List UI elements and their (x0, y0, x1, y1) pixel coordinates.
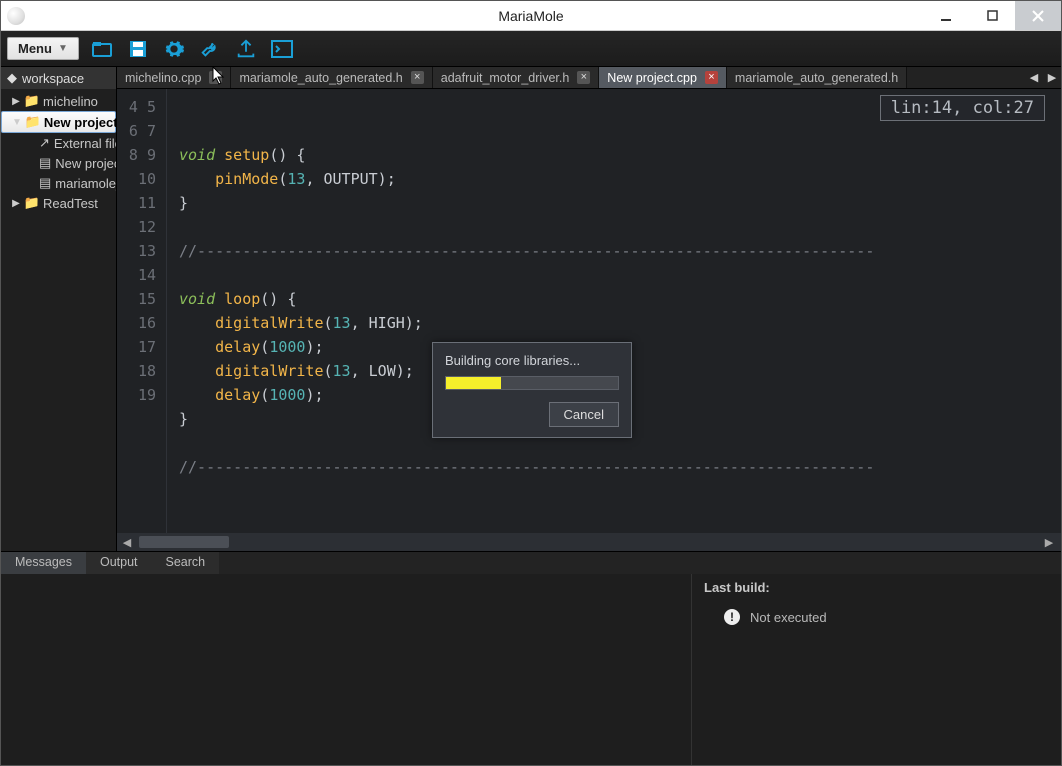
folder-icon: 📁 (26, 114, 40, 130)
folder-icon: 📁 (25, 195, 39, 211)
sidebar-item-0[interactable]: ▶ 📁 michelino (1, 91, 116, 111)
dialog-message: Building core libraries... (445, 353, 619, 368)
terminal-icon[interactable] (269, 36, 295, 62)
tab-2[interactable]: adafruit_motor_driver.h × (433, 67, 600, 88)
bottom-panel: MessagesOutputSearch Last build: ! Not e… (1, 551, 1061, 765)
tree-arrow-icon: ▶ (11, 96, 21, 107)
minimize-button[interactable] (923, 1, 969, 30)
workspace-icon: ◆ (7, 70, 17, 86)
chevron-down-icon: ▼ (58, 43, 68, 54)
menu-button[interactable]: Menu ▼ (7, 37, 79, 60)
gear-icon[interactable] (161, 36, 187, 62)
tab-label: mariamole_auto_generated.h (735, 71, 898, 85)
bottom-tab-output[interactable]: Output (86, 552, 152, 574)
folder-icon: 📁 (25, 93, 39, 109)
tab-0[interactable]: michelino.cpp × (117, 67, 231, 88)
menu-label: Menu (18, 41, 52, 56)
toolbar: Menu ▼ (1, 31, 1061, 67)
close-button[interactable] (1015, 1, 1061, 30)
bottom-tabs: MessagesOutputSearch (1, 552, 1061, 574)
progress-fill (446, 377, 501, 389)
tab-label: New project.cpp (607, 71, 697, 85)
sidebar-item-2[interactable]: ↗ External files (1, 133, 116, 153)
scroll-left-icon[interactable]: ◀ (117, 536, 137, 549)
build-status-text: Not executed (750, 610, 827, 625)
tab-3[interactable]: New project.cpp × (599, 67, 727, 88)
tab-scroll-right-icon[interactable]: ▶ (1043, 67, 1061, 88)
titlebar: MariaMole (1, 1, 1061, 31)
sidebar-title: workspace (22, 71, 84, 86)
sidebar-item-5[interactable]: ▶ 📁 ReadTest (1, 193, 116, 213)
folder-icon[interactable] (89, 36, 115, 62)
maximize-button[interactable] (969, 1, 1015, 30)
tree-label: mariamole_auto_generated.h (55, 176, 116, 191)
tab-close-icon[interactable]: × (411, 71, 424, 84)
wrench-icon[interactable] (197, 36, 223, 62)
sidebar-item-1[interactable]: ▼ 📁 New project (1, 111, 116, 133)
bottom-tab-search[interactable]: Search (152, 552, 220, 574)
file-icon: ▤ (39, 155, 51, 171)
scroll-thumb[interactable] (139, 536, 229, 548)
tab-close-icon[interactable]: × (577, 71, 590, 84)
scroll-right-icon[interactable]: ▶ (1039, 536, 1059, 549)
bottom-tab-messages[interactable]: Messages (1, 552, 86, 574)
code-editor[interactable]: 4 5 6 7 8 9 10 11 12 13 14 15 16 17 18 1… (117, 89, 1061, 533)
build-dialog: Building core libraries... Cancel (432, 342, 632, 438)
app-logo-icon (7, 7, 25, 25)
line-gutter: 4 5 6 7 8 9 10 11 12 13 14 15 16 17 18 1… (117, 89, 167, 533)
sidebar-item-3[interactable]: ▤ New project.cpp (1, 153, 116, 173)
tab-1[interactable]: mariamole_auto_generated.h × (231, 67, 432, 88)
sidebar-item-4[interactable]: ▤ mariamole_auto_generated.h (1, 173, 116, 193)
file-icon: ▤ (39, 175, 51, 191)
tabbar: michelino.cpp×mariamole_auto_generated.h… (117, 67, 1061, 89)
build-status-panel: Last build: ! Not executed (691, 574, 1061, 765)
progress-bar (445, 376, 619, 390)
bottom-content (1, 574, 691, 765)
tree-label: michelino (43, 94, 98, 109)
horizontal-scrollbar[interactable]: ◀ ▶ (117, 533, 1061, 551)
tree-arrow-icon: ▶ (11, 198, 21, 209)
tree-label: External files (54, 136, 116, 151)
tab-label: adafruit_motor_driver.h (441, 71, 570, 85)
tab-scroll-left-icon[interactable]: ◀ (1025, 67, 1043, 88)
upload-icon[interactable] (233, 36, 259, 62)
tab-close-icon[interactable]: × (705, 71, 718, 84)
file-icon: ↗ (39, 135, 50, 151)
cancel-button[interactable]: Cancel (549, 402, 619, 427)
tree-label: ReadTest (43, 196, 98, 211)
build-status-title: Last build: (704, 580, 1049, 595)
tab-label: mariamole_auto_generated.h (239, 71, 402, 85)
tree-label: New project.cpp (55, 156, 116, 171)
tab-label: michelino.cpp (125, 71, 201, 85)
tab-close-icon[interactable]: × (209, 71, 222, 84)
tree-arrow-icon: ▼ (12, 117, 22, 128)
info-icon: ! (724, 609, 740, 625)
tab-nav: ◀ ▶ (1025, 67, 1061, 88)
code-content[interactable]: void setup() { pinMode(13, OUTPUT); } //… (167, 89, 1061, 533)
sidebar-header[interactable]: ◆ workspace (1, 67, 116, 89)
cursor-position: lin:14, col:27 (880, 95, 1045, 121)
sidebar: ◆ workspace ▶📁michelino▼📁New project↗Ext… (1, 67, 117, 551)
tab-4[interactable]: mariamole_auto_generated.h (727, 67, 907, 88)
editor-area: michelino.cpp×mariamole_auto_generated.h… (117, 67, 1061, 551)
window-title: MariaMole (498, 8, 563, 24)
tree-label: New project (44, 115, 116, 130)
save-icon[interactable] (125, 36, 151, 62)
